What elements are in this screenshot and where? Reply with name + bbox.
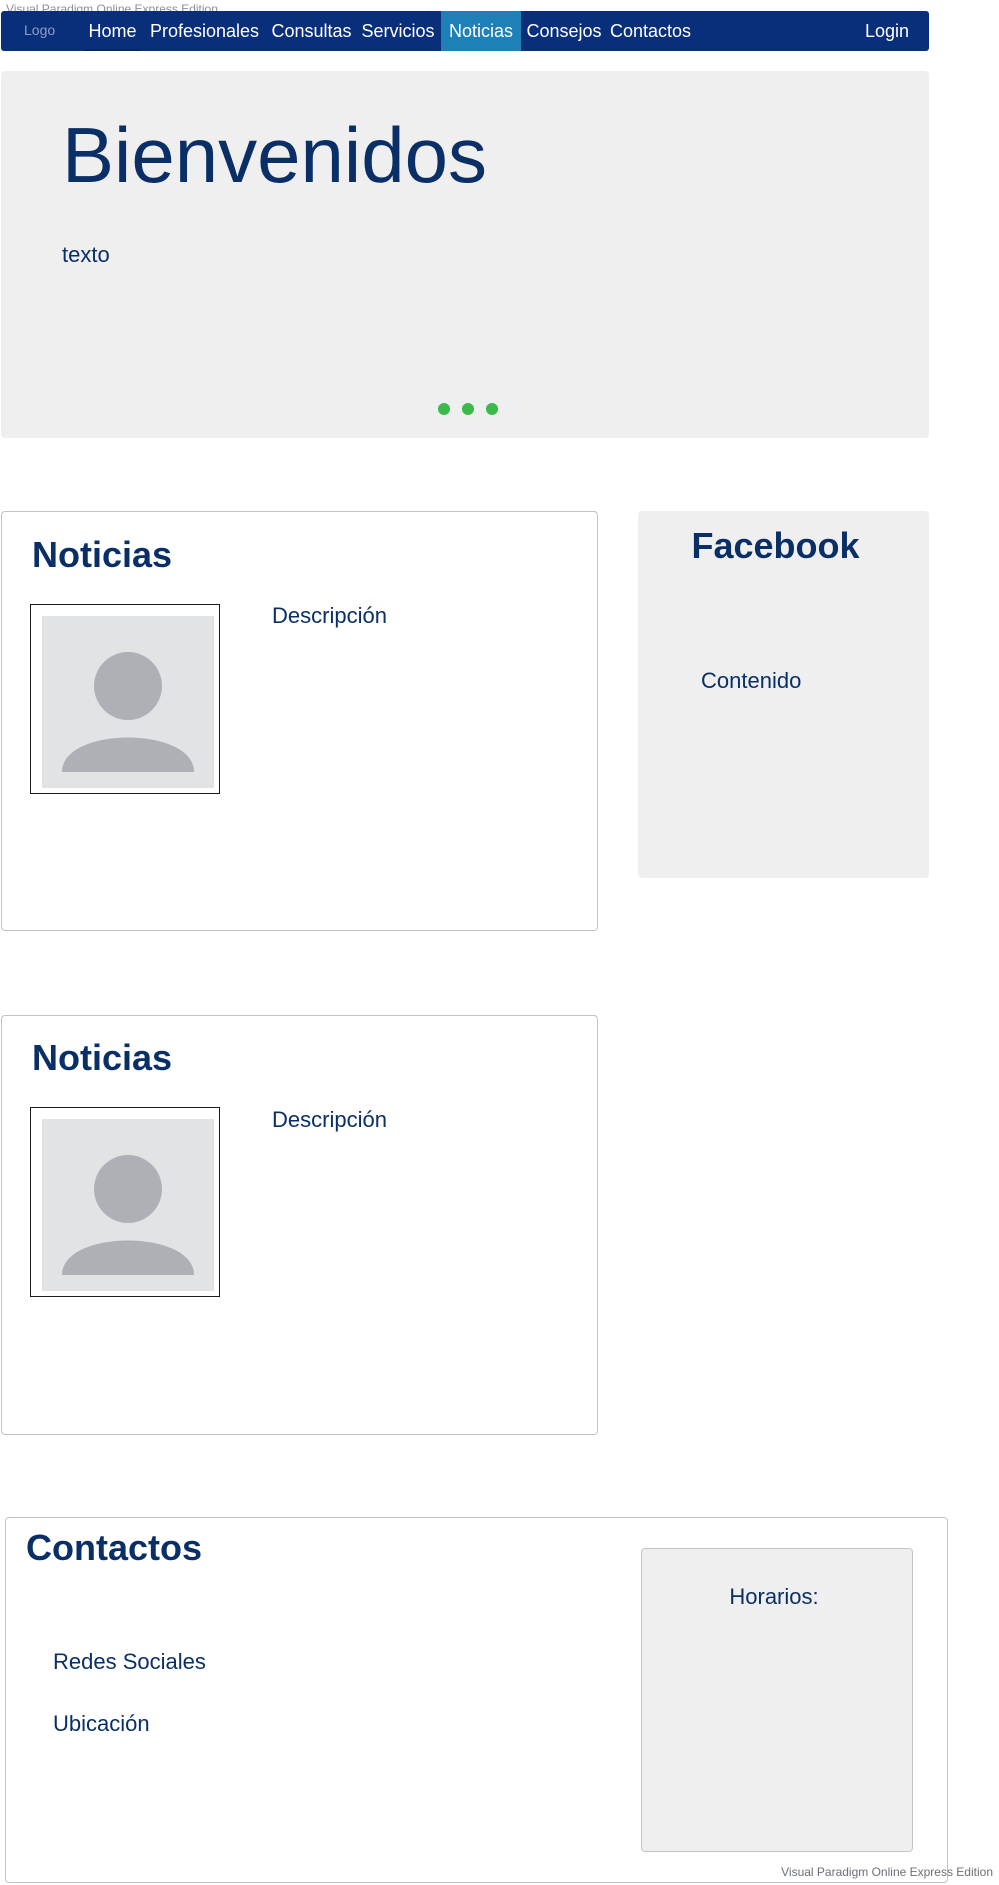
nav-item-noticias[interactable]: Noticias <box>441 11 521 51</box>
hero-title: Bienvenidos <box>62 111 487 199</box>
login-button[interactable]: Login <box>857 11 917 51</box>
nav-item-consejos[interactable]: Consejos <box>524 11 604 51</box>
news-description: Descripción <box>272 1107 387 1132</box>
person-placeholder-icon <box>42 616 214 788</box>
hero-text: texto <box>62 242 110 267</box>
logo[interactable]: Logo <box>24 22 55 38</box>
facebook-title: Facebook <box>691 525 860 566</box>
contacts-title: Contactos <box>26 1527 203 1568</box>
carousel-dot-2[interactable] <box>462 403 474 415</box>
social-networks-link[interactable]: Redes Sociales <box>53 1649 206 1675</box>
watermark-bottom: Visual Paradigm Online Express Edition <box>781 1865 993 1879</box>
hours-label: Horarios: <box>729 1584 819 1609</box>
person-placeholder-icon <box>42 1119 214 1291</box>
nav-item-contactos[interactable]: Contactos <box>607 11 694 51</box>
nav-home-underline <box>84 49 141 51</box>
carousel-dot-1[interactable] <box>438 403 450 415</box>
nav-item-servicios[interactable]: Servicios <box>358 11 438 51</box>
nav-item-home[interactable]: Home <box>84 11 141 51</box>
news-image <box>30 1107 220 1297</box>
location-link[interactable]: Ubicación <box>53 1711 150 1737</box>
news-description: Descripción <box>272 603 387 628</box>
news-image <box>30 604 220 794</box>
facebook-content: Contenido <box>701 668 802 693</box>
news-title: Noticias <box>32 534 173 575</box>
carousel-dot-3[interactable] <box>486 403 498 415</box>
nav-item-consultas[interactable]: Consultas <box>268 11 355 51</box>
nav-item-profesionales[interactable]: Profesionales <box>146 11 263 51</box>
news-title: Noticias <box>32 1037 173 1078</box>
